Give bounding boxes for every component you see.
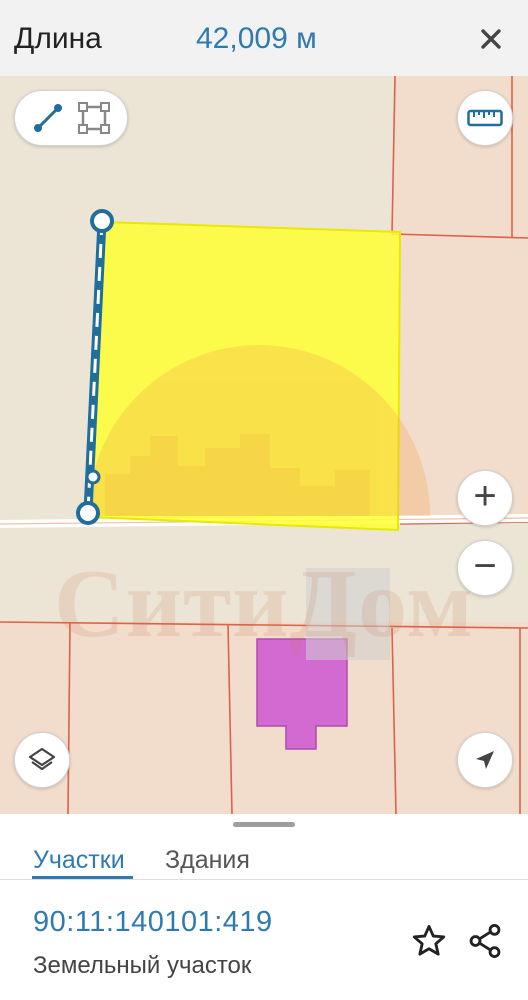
close-button[interactable] <box>470 18 512 60</box>
layers-icon <box>28 747 56 771</box>
favorite-button[interactable] <box>410 922 448 960</box>
minus-icon: − <box>473 544 497 588</box>
measure-point[interactable] <box>76 501 100 525</box>
close-icon <box>481 29 501 49</box>
star-icon <box>412 925 446 956</box>
header-title: Длина <box>14 22 102 55</box>
share-icon <box>469 924 501 958</box>
cadastral-number[interactable]: 90:11:140101:419 <box>33 906 273 939</box>
zoom-in-button[interactable]: + <box>457 470 513 526</box>
tab-parcels[interactable]: Участки <box>33 846 125 875</box>
measure-header: Длина 42,009 м <box>0 0 528 76</box>
divider <box>0 879 528 880</box>
ruler-icon <box>467 109 503 127</box>
plus-icon: + <box>473 474 497 518</box>
layers-button[interactable] <box>14 732 70 788</box>
measure-point[interactable] <box>90 209 114 233</box>
zoom-out-button[interactable]: − <box>457 540 513 596</box>
polyline-icon <box>34 104 62 132</box>
navigation-arrow-icon <box>476 751 494 769</box>
watermark-text: СитиДом <box>53 550 475 658</box>
map-canvas[interactable] <box>0 76 528 814</box>
polygon-icon <box>78 102 110 134</box>
share-button[interactable] <box>466 922 504 960</box>
line-mode-button[interactable] <box>28 98 68 138</box>
ruler-button[interactable] <box>457 90 513 146</box>
sheet-drag-handle[interactable] <box>233 822 295 827</box>
map-view[interactable]: СитиДом + − <box>0 76 528 814</box>
parcel-type: Земельный участок <box>33 952 252 979</box>
length-value: 42,009 м <box>196 22 317 55</box>
polygon-mode-button[interactable] <box>74 98 114 138</box>
bottom-sheet: Участки Здания 90:11:140101:419 Земельны… <box>0 814 528 1000</box>
measure-mode-toggle[interactable] <box>14 90 128 146</box>
tab-buildings[interactable]: Здания <box>165 846 250 875</box>
measure-point[interactable] <box>85 469 101 485</box>
locate-button[interactable] <box>457 732 513 788</box>
